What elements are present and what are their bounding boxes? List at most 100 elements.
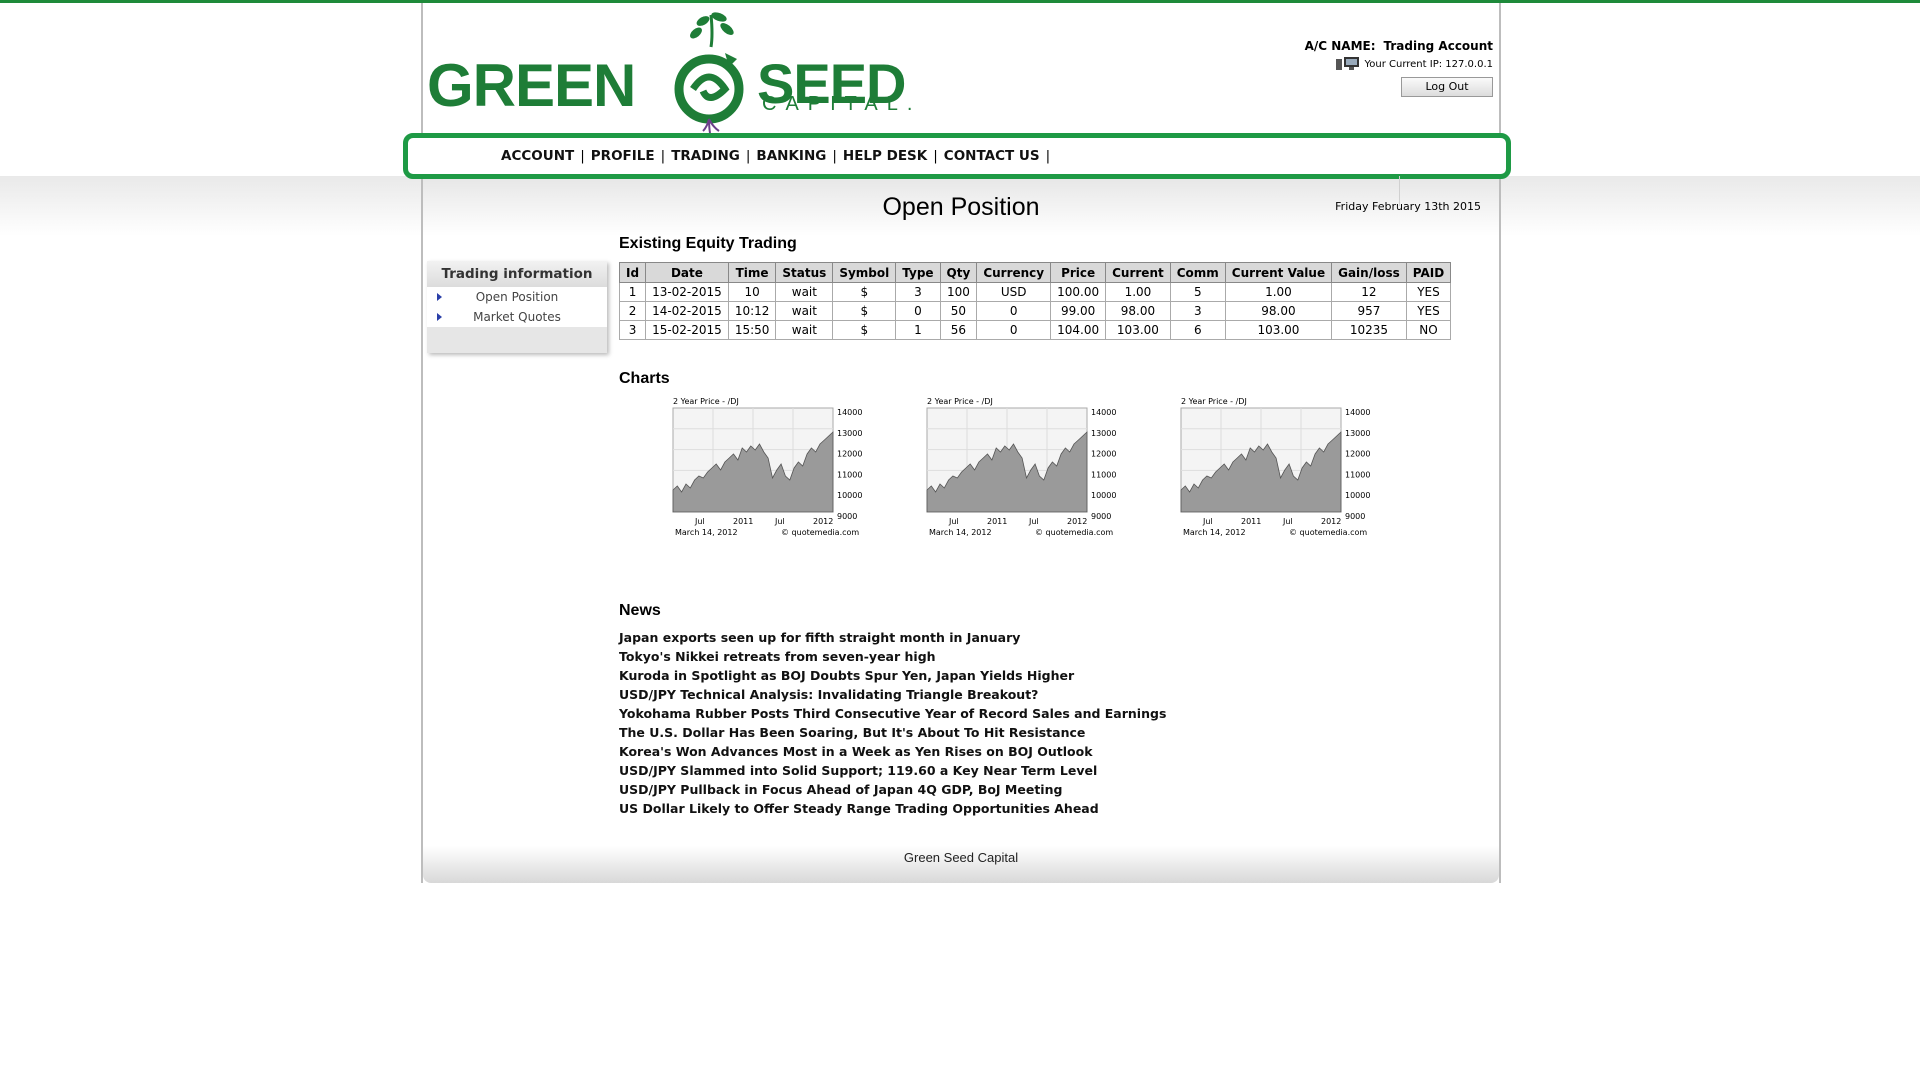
column-header: Type (895, 262, 941, 283)
table-cell: wait (775, 320, 834, 340)
table-cell: $ (832, 320, 897, 340)
table-cell: 14-02-2015 (645, 301, 729, 321)
column-header: Qty (939, 262, 978, 283)
chart-y-tick: 9000 (1345, 512, 1365, 521)
price-chart-image: 2 Year Price - /DJ 14000 13000 12000 11000 10… (1179, 396, 1379, 551)
page-container: GREEN SEED CAPITAL. A/C NAME: Trading Acc… (403, 3, 1511, 883)
nav-separator: | (933, 148, 938, 164)
table-cell: 103.00 (1105, 320, 1171, 340)
chart-y-tick: 11000 (1091, 470, 1116, 479)
chart-x-tick: 2011 (1241, 517, 1261, 526)
chart-y-tick: 10000 (837, 491, 862, 500)
news-item[interactable]: Yokohama Rubber Posts Third Consecutive … (619, 704, 1166, 723)
column-header: Id (618, 262, 647, 283)
nav-separator: | (832, 148, 837, 164)
account-panel: A/C NAME: Trading Account Your Current IP… (1305, 39, 1493, 97)
chart-y-tick: 14000 (837, 408, 862, 417)
chart-x-tick: 2012 (1067, 517, 1087, 526)
sidebar-title: Trading information (427, 261, 607, 287)
chart-credit[interactable]: © quotemedia.com (1289, 528, 1367, 537)
account-name: Trading Account (1383, 39, 1493, 53)
price-chart-image: 2 Year Price - /DJ 14000 13000 12000 11000 10… (925, 396, 1125, 551)
chart-y-tick: 11000 (1345, 470, 1370, 479)
table-cell: YES (1405, 282, 1452, 302)
chart-y-tick: 14000 (1345, 408, 1370, 417)
nav-item-help-desk[interactable]: HELP DESK (843, 148, 927, 164)
brand-logo[interactable]: GREEN SEED CAPITAL. (427, 5, 947, 133)
column-header: Symbol (832, 262, 897, 283)
chart-x-tick: 2011 (733, 517, 753, 526)
chart-x-tick: 2012 (1321, 517, 1341, 526)
nav-item-banking[interactable]: BANKING (756, 148, 826, 164)
chart-y-tick: 14000 (1091, 408, 1116, 417)
price-chart-image: 2 Year Price - /DJ 14000 13000 12000 11000 10… (671, 396, 871, 551)
news-item[interactable]: The U.S. Dollar Has Been Soaring, But It… (619, 723, 1166, 742)
chart-title: 2 Year Price - /DJ (927, 397, 993, 406)
table-cell: 12 (1331, 282, 1407, 302)
nav-separator: | (580, 148, 585, 164)
chart-x-tick: Jul (1202, 517, 1213, 526)
table-cell: 104.00 (1050, 320, 1107, 340)
table-cell: wait (775, 301, 834, 321)
table-cell: 98.00 (1105, 301, 1171, 321)
chart-y-tick: 9000 (837, 512, 857, 521)
table-cell: 5 (1169, 282, 1226, 302)
nav-item-account[interactable]: ACCOUNT (501, 148, 574, 164)
nav-item-contact-us[interactable]: CONTACT US (944, 148, 1040, 164)
nav-separator: | (745, 148, 751, 164)
sidebar-item-label: Market Quotes (473, 310, 561, 324)
column-header: Date (645, 262, 729, 283)
logo-word-capital: CAPITAL. (762, 93, 922, 115)
chart-x-tick: Jul (694, 517, 705, 526)
news-item[interactable]: USD/JPY Slammed into Solid Support; 119.… (619, 761, 1166, 780)
column-header: Current (1105, 262, 1171, 283)
sidebar-item-open-position[interactable]: Open Position (427, 287, 607, 307)
news-item[interactable]: USD/JPY Pullback in Focus Ahead of Japan… (619, 780, 1166, 799)
charts-row: 2 Year Price - /DJ 14000 13000 12000 11000 10… (619, 396, 1479, 551)
news-item[interactable]: Tokyo's Nikkei retreats from seven-year … (619, 647, 1166, 666)
seed-icon (674, 12, 744, 133)
chart-y-tick: 10000 (1345, 491, 1370, 500)
table-cell: 10235 (1331, 320, 1407, 340)
chart-title: 2 Year Price - /DJ (1181, 397, 1247, 406)
sidebar-item-market-quotes[interactable]: Market Quotes (427, 307, 607, 327)
nav-item-profile[interactable]: PROFILE (591, 148, 655, 164)
chart-y-tick: 10000 (1091, 491, 1116, 500)
chart-credit[interactable]: © quotemedia.com (1035, 528, 1113, 537)
news-item[interactable]: Japan exports seen up for fifth straight… (619, 628, 1166, 647)
news-list: Japan exports seen up for fifth straight… (619, 628, 1166, 818)
table-cell: 3 (895, 282, 941, 302)
chart-y-tick: 11000 (837, 470, 862, 479)
account-name-row: A/C NAME: Trading Account (1305, 39, 1493, 53)
chart-credit[interactable]: © quotemedia.com (781, 528, 859, 537)
table-cell: 50 (939, 301, 978, 321)
table-cell: USD (976, 282, 1052, 302)
price-chart-svg: 2 Year Price - /DJ 14000 13000 12000 11000 10… (672, 397, 862, 537)
news-item[interactable]: Kuroda in Spotlight as BOJ Doubts Spur Y… (619, 666, 1166, 685)
nav-item-trading[interactable]: TRADING (671, 148, 740, 164)
current-date: Friday February 13th 2015 (1335, 200, 1481, 213)
table-cell: 957 (1331, 301, 1407, 321)
chart-title: 2 Year Price - /DJ (673, 397, 739, 406)
news-item[interactable]: USD/JPY Technical Analysis: Invalidating… (619, 685, 1166, 704)
table-cell: 10:12 (727, 301, 777, 321)
table-cell: YES (1405, 301, 1452, 321)
chart-x-tick: Jul (948, 517, 959, 526)
table-cell: 1 (895, 320, 941, 340)
sidebar-item-label: Open Position (475, 290, 559, 304)
nav-items: ACCOUNT | PROFILE | TRADING | BANKING | HELP DES… (501, 148, 1056, 164)
table-cell: 1 (618, 282, 647, 302)
chart-y-tick: 12000 (1345, 450, 1370, 459)
equity-table: Id Date Time Status Symbol Type Qty Currency Pri… (618, 262, 1452, 340)
column-header: Current Value (1224, 262, 1333, 283)
table-cell: NO (1405, 320, 1452, 340)
table-cell: 1.00 (1224, 282, 1333, 302)
news-item[interactable]: Korea's Won Advances Most in a Week as Y… (619, 742, 1166, 761)
nav-separator: | (1045, 148, 1051, 164)
logout-button[interactable]: Log Out (1401, 77, 1493, 97)
table-cell: 2 (618, 301, 647, 321)
table-header-row: Id Date Time Status Symbol Type Qty Currency Pri… (618, 262, 1452, 283)
table-cell: 0 (976, 301, 1052, 321)
table-cell: 1.00 (1105, 282, 1171, 302)
news-item[interactable]: US Dollar Likely to Offer Steady Range T… (619, 799, 1166, 818)
